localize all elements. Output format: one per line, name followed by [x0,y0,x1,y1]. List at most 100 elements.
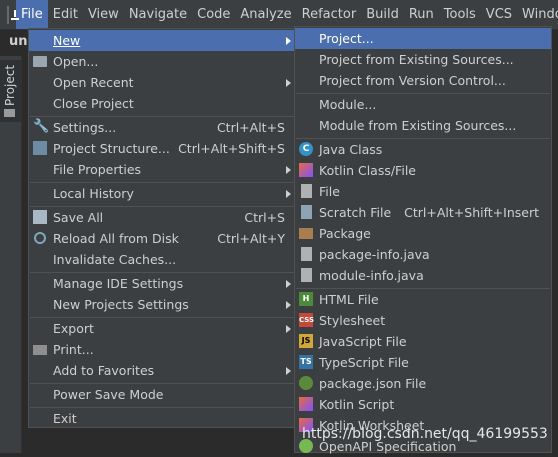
menu-navigate[interactable]: Navigate [124,0,192,29]
html-file-icon: H [299,292,313,306]
menu-item-label: Kotlin Script [319,397,395,412]
menu-item-label: Stylesheet [319,313,386,328]
printer-icon [33,345,47,355]
menu-item-print[interactable]: Print... [29,339,297,360]
menu-item-label: Project Structure... [53,141,170,156]
menu-code[interactable]: Code [192,0,235,29]
submenu-item-java-class[interactable]: C Java Class [295,139,551,160]
menu-item-open-recent[interactable]: Open Recent [29,72,297,93]
shortcut-label: Ctrl+Alt+Shift+Insert [404,205,539,220]
submenu-arrow-icon [286,301,291,309]
menu-item-local-history[interactable]: Local History [29,183,297,204]
menu-item-label: TypeScript File [319,355,409,370]
java-file-icon [301,268,312,282]
menu-item-manage-ide-settings[interactable]: Manage IDE Settings [29,273,297,294]
submenu-arrow-icon [286,325,291,333]
submenu-item-module[interactable]: Module... [295,94,551,115]
menu-tools[interactable]: Tools [439,0,481,29]
menu-item-invalidate-caches[interactable]: Invalidate Caches... [29,249,297,270]
menu-item-label: Exit [53,411,77,426]
menu-item-exit[interactable]: Exit [29,408,297,429]
menu-item-label: Settings... [53,120,117,135]
menu-item-label: Save All [53,210,104,225]
menu-item-label: Reload All from Disk [53,231,179,246]
submenu-item-file[interactable]: File [295,181,551,202]
menu-item-new[interactable]: New [29,30,297,51]
javascript-file-icon: JS [299,334,313,348]
menu-item-new-projects-settings[interactable]: New Projects Settings [29,294,297,315]
menu-edit[interactable]: Edit [48,0,83,29]
menu-item-open[interactable]: Open... [29,51,297,72]
menu-item-label: Invalidate Caches... [53,252,177,267]
shortcut-label: Ctrl+S [244,210,285,225]
submenu-item-kotlin-class[interactable]: Kotlin Class/File [295,160,551,181]
submenu-item-html-file[interactable]: H HTML File [295,289,551,310]
submenu-item-package-info[interactable]: package-info.java [295,244,551,265]
kotlin-script-icon [299,397,313,411]
css-file-icon: CSS [299,313,314,327]
menu-item-label: Local History [53,186,134,201]
menu-item-file-properties[interactable]: File Properties [29,159,297,180]
menu-window[interactable]: Windo [517,0,558,29]
menu-view[interactable]: View [83,0,124,29]
submenu-item-package[interactable]: Package [295,223,551,244]
nodejs-icon [299,376,313,390]
submenu-item-project-existing-sources[interactable]: Project from Existing Sources... [295,49,551,70]
menu-file[interactable]: File [16,0,48,29]
menu-vcs[interactable]: VCS [481,0,517,29]
submenu-item-project-vcs[interactable]: Project from Version Control... [295,70,551,91]
menu-item-settings[interactable]: 🔧 Settings... Ctrl+Alt+S [29,117,297,138]
menu-item-label: New Projects Settings [53,297,189,312]
submenu-item-module-existing[interactable]: Module from Existing Sources... [295,115,551,136]
menu-item-label: Project from Version Control... [319,73,506,88]
scratch-file-icon [301,205,312,219]
menu-item-label: Kotlin Class/File [319,163,416,178]
shortcut-label: Ctrl+Alt+Y [217,231,285,246]
java-class-icon: C [299,142,313,156]
submenu-item-kotlin-script[interactable]: Kotlin Script [295,394,551,415]
wrench-icon: 🔧 [33,119,50,134]
menu-refactor[interactable]: Refactor [297,0,362,29]
kotlin-icon [299,163,313,177]
menu-analyze[interactable]: Analyze [235,0,296,29]
menu-item-label: New [53,33,81,48]
menu-item-label: HTML File [319,292,379,307]
menu-item-label: JavaScript File [319,334,407,349]
submenu-arrow-icon [286,37,291,45]
breadcrumb[interactable]: un [9,31,28,53]
menu-item-power-save-mode[interactable]: Power Save Mode [29,384,297,405]
menu-item-label: Java Class [319,142,383,157]
menu-item-export[interactable]: Export [29,318,297,339]
menu-item-label: File Properties [53,162,142,177]
menu-item-save-all[interactable]: Save All Ctrl+S [29,207,297,228]
submenu-item-module-info[interactable]: module-info.java [295,265,551,286]
submenu-item-project[interactable]: Project... [295,28,551,49]
menu-build[interactable]: Build [361,0,404,29]
submenu-item-typescript-file[interactable]: TS TypeScript File [295,352,551,373]
menu-item-label: Print... [53,342,94,357]
shortcut-label: Ctrl+Alt+S [216,120,285,135]
menu-item-label: Open... [53,54,99,69]
java-file-icon [301,247,312,261]
watermark-text: https://blog.csdn.net/qq_46199553 [302,426,548,442]
menu-item-reload[interactable]: Reload All from Disk Ctrl+Alt+Y [29,228,297,249]
submenu-item-package-json[interactable]: package.json File [295,373,551,394]
folder-icon [33,56,47,67]
submenu-item-scratch-file[interactable]: Scratch File Ctrl+Alt+Shift+Insert [295,202,551,223]
file-icon [301,184,312,198]
shortcut-label: Ctrl+Alt+Shift+S [178,141,285,156]
menu-item-project-structure[interactable]: Project Structure... Ctrl+Alt+Shift+S [29,138,297,159]
menu-item-label: package.json File [319,376,427,391]
submenu-item-stylesheet[interactable]: CSS Stylesheet [295,310,551,331]
menu-run[interactable]: Run [404,0,439,29]
menu-item-label: Package [319,226,371,241]
save-icon [33,210,47,224]
submenu-arrow-icon [286,166,291,174]
menu-item-close-project[interactable]: Close Project [29,93,297,114]
menu-item-label: Project... [319,31,374,46]
menu-item-add-to-favorites[interactable]: Add to Favorites [29,360,297,381]
project-tab-label: Project [3,64,17,106]
submenu-item-javascript-file[interactable]: JS JavaScript File [295,331,551,352]
submenu-arrow-icon [286,79,291,87]
project-structure-icon [33,141,47,155]
